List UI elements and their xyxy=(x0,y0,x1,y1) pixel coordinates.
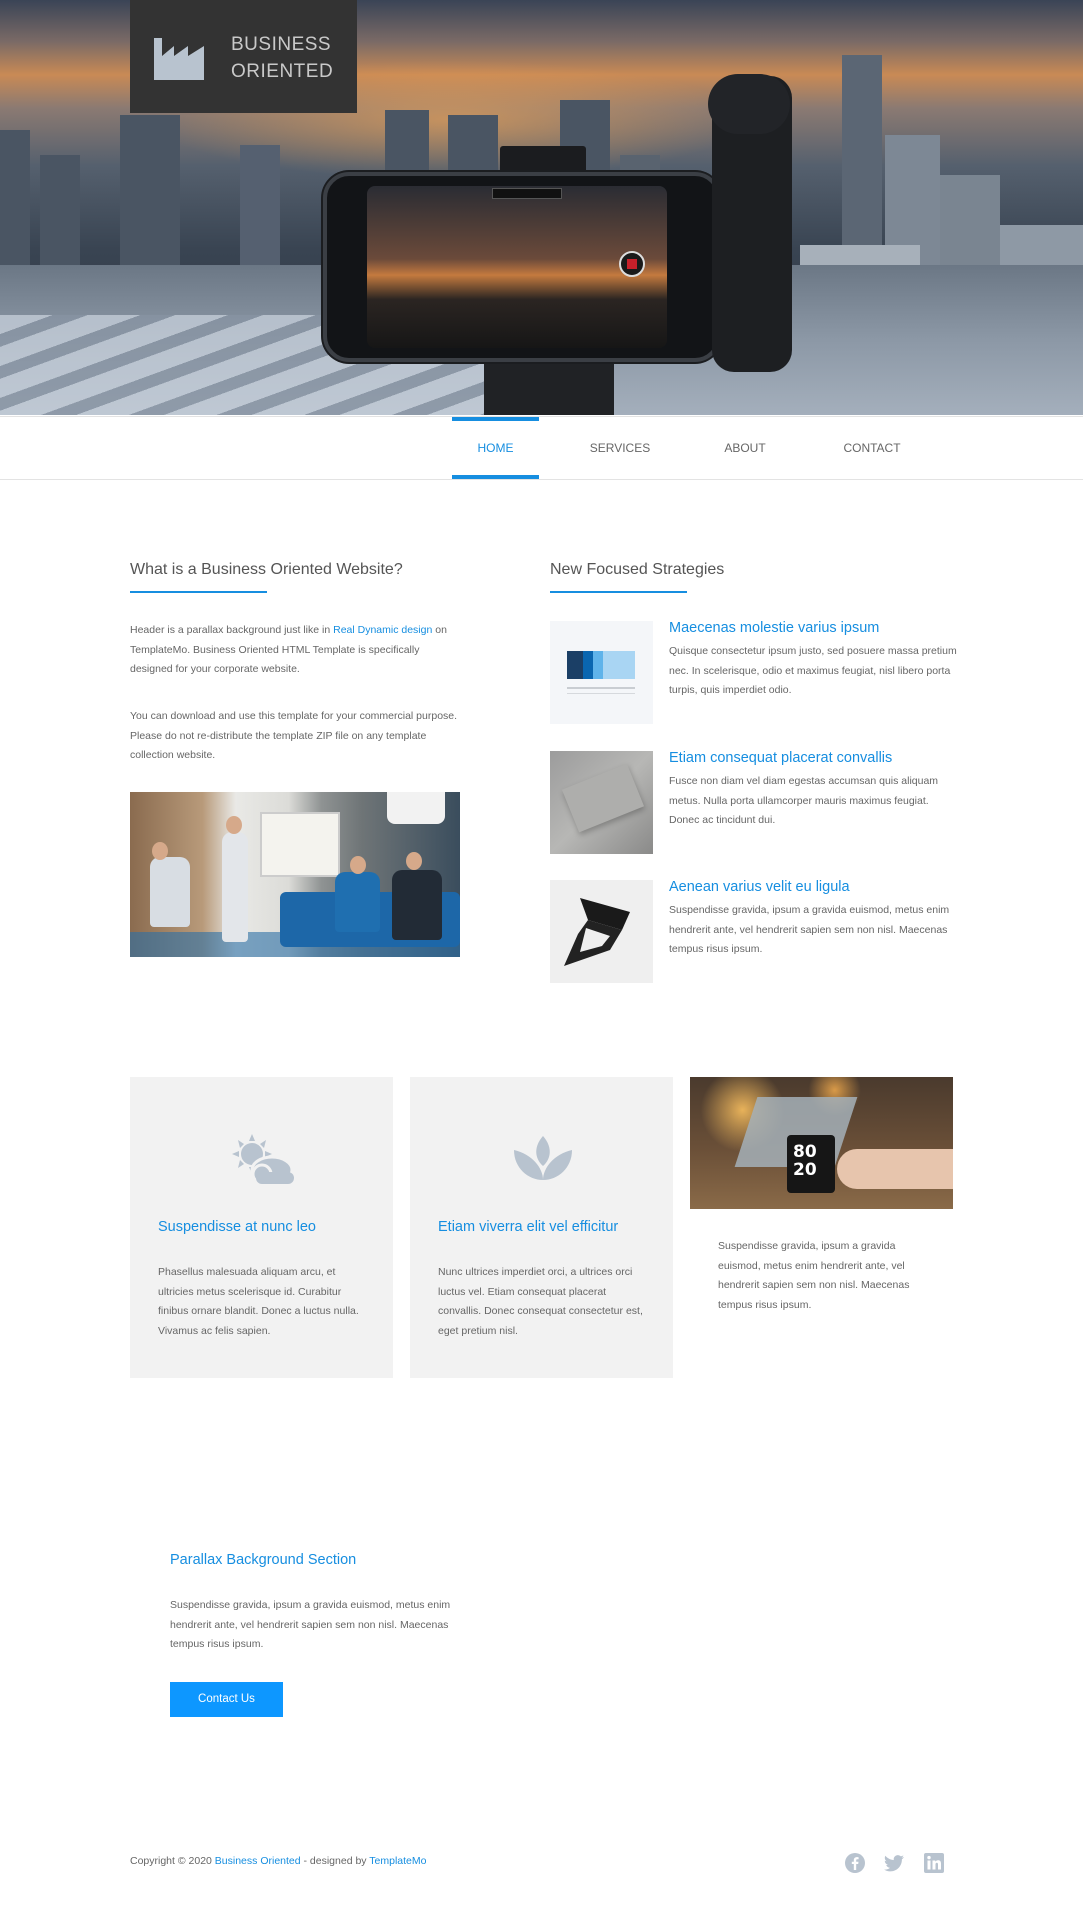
nav-home[interactable]: HOME xyxy=(452,417,539,479)
intro-title-underline xyxy=(130,591,267,593)
abstract-logo-icon xyxy=(564,898,630,966)
linkedin-icon[interactable] xyxy=(923,1852,945,1874)
contact-us-button[interactable]: Contact Us xyxy=(170,1682,283,1717)
strategy-3-text: Suspendisse gravida, ipsum a gravida eui… xyxy=(669,904,950,955)
feature-2-text: Nunc ultrices imperdiet orci, a ultrices… xyxy=(438,1266,643,1337)
mug-print: 80 20 xyxy=(793,1142,817,1180)
strategy-3-title[interactable]: Aenean varius velit eu ligula xyxy=(669,879,850,895)
twitter-icon[interactable] xyxy=(883,1852,905,1874)
strategy-thumb-logo xyxy=(550,880,653,983)
team-meeting-photo xyxy=(130,792,460,957)
nav-about[interactable]: ABOUT xyxy=(706,417,784,479)
footer-brand-link[interactable]: Business Oriented xyxy=(215,1855,301,1867)
sun-cloud-icon xyxy=(232,1134,294,1185)
intro-paragraph-1: Header is a parallax background just lik… xyxy=(130,624,447,675)
facebook-icon[interactable] xyxy=(844,1852,866,1874)
parallax-title: Parallax Background Section xyxy=(170,1552,357,1568)
strategy-thumb-card xyxy=(550,751,653,854)
main-navigation: HOME SERVICES ABOUT CONTACT xyxy=(0,416,1083,480)
feature-1-text: Phasellus malesuada aliquam arcu, et ult… xyxy=(158,1266,359,1337)
factory-icon xyxy=(154,38,204,80)
intro-title: What is a Business Oriented Website? xyxy=(130,561,403,578)
coffee-mug-photo: 80 20 xyxy=(690,1077,953,1209)
strategy-2-text: Fusce non diam vel diam egestas accumsan… xyxy=(669,775,939,826)
parallax-text: Suspendisse gravida, ipsum a gravida eui… xyxy=(170,1599,451,1650)
feature-card-2: Etiam viverra elit vel efficitur Nunc ul… xyxy=(410,1077,673,1378)
real-dynamic-link[interactable]: Real Dynamic design xyxy=(333,624,432,636)
strategies-title-underline xyxy=(550,591,687,593)
feature-card-1: Suspendisse at nunc leo Phasellus malesu… xyxy=(130,1077,393,1378)
strategy-2-title[interactable]: Etiam consequat placerat convallis xyxy=(669,750,892,766)
strategy-thumb-palette xyxy=(550,621,653,724)
footer-copyright: Copyright © 2020 Business Oriented - des… xyxy=(130,1855,427,1867)
feature-1-title: Suspendisse at nunc leo xyxy=(158,1219,316,1235)
footer-designer-link[interactable]: TemplateMo xyxy=(369,1855,426,1867)
lotus-icon xyxy=(514,1136,572,1180)
strategies-title: New Focused Strategies xyxy=(550,561,725,578)
brand-logo-box[interactable]: BUSINESS ORIENTED xyxy=(130,0,357,113)
nav-services[interactable]: SERVICES xyxy=(579,417,661,479)
nav-contact[interactable]: CONTACT xyxy=(829,417,915,479)
brand-name: BUSINESS ORIENTED xyxy=(231,34,334,82)
mug-caption-text: Suspendisse gravida, ipsum a gravida eui… xyxy=(718,1240,910,1311)
strategy-1-title[interactable]: Maecenas molestie varius ipsum xyxy=(669,620,879,636)
strategy-1-text: Quisque consectetur ipsum justo, sed pos… xyxy=(669,645,957,696)
feature-2-title: Etiam viverra elit vel efficitur xyxy=(438,1219,619,1235)
intro-paragraph-2: You can download and use this template f… xyxy=(130,710,458,761)
